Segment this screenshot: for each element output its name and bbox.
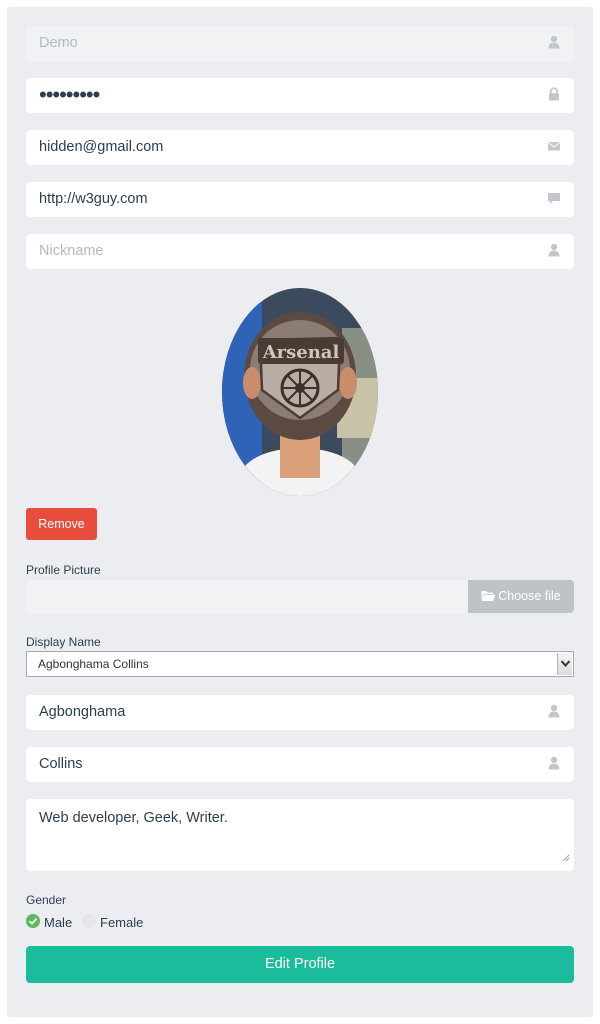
first-name-field[interactable]: Agbonghama (26, 695, 574, 730)
username-placeholder: Demo (39, 35, 78, 51)
avatar-photo: Arsenal (222, 288, 378, 496)
bio-textarea[interactable]: Web developer, Geek, Writer. (26, 799, 574, 871)
nickname-field[interactable]: Nickname (26, 234, 574, 269)
gender-male-radio[interactable] (26, 914, 40, 928)
password-field[interactable]: ••••••••• (26, 78, 574, 113)
profile-picture-file-input[interactable] (26, 580, 468, 613)
website-value: http://w3guy.com (39, 191, 148, 207)
user-icon (547, 704, 561, 718)
profile-avatar: Arsenal (222, 288, 378, 496)
check-icon (28, 917, 38, 925)
email-value: hidden@gmail.com (39, 139, 164, 155)
remove-avatar-button[interactable]: Remove (26, 508, 97, 540)
folder-open-icon (481, 582, 496, 615)
resize-handle-icon[interactable] (562, 849, 570, 867)
bio-value: Web developer, Geek, Writer. (39, 810, 228, 826)
gender-label: Gender (26, 893, 67, 907)
last-name-value: Collins (39, 756, 83, 772)
user-icon (547, 243, 561, 257)
comment-icon (547, 191, 561, 205)
nickname-placeholder: Nickname (39, 243, 104, 259)
email-field[interactable]: hidden@gmail.com (26, 130, 574, 165)
lock-icon (547, 87, 561, 101)
username-field: Demo (26, 26, 574, 61)
first-name-value: Agbonghama (39, 704, 126, 720)
password-value: ••••••••• (39, 82, 100, 107)
website-field[interactable]: http://w3guy.com (26, 182, 574, 217)
last-name-field[interactable]: Collins (26, 747, 574, 782)
gender-male-label: Male (44, 915, 73, 930)
display-name-label: Display Name (26, 635, 101, 649)
choose-file-label: Choose file (498, 589, 561, 603)
chevron-down-icon[interactable] (557, 653, 572, 675)
display-name-selected: Agbonghama Collins (38, 657, 149, 671)
user-icon (547, 756, 561, 770)
profile-picture-label: Profile Picture (26, 563, 101, 577)
envelope-icon (547, 139, 561, 153)
avatar-text: Arsenal (262, 342, 340, 363)
display-name-select[interactable]: Agbonghama Collins (26, 651, 574, 677)
edit-profile-button[interactable]: Edit Profile (26, 946, 574, 983)
gender-female-label: Female (100, 915, 144, 930)
gender-female-radio[interactable] (82, 914, 96, 928)
choose-file-button[interactable]: Choose file (468, 580, 574, 613)
user-icon (547, 35, 561, 49)
